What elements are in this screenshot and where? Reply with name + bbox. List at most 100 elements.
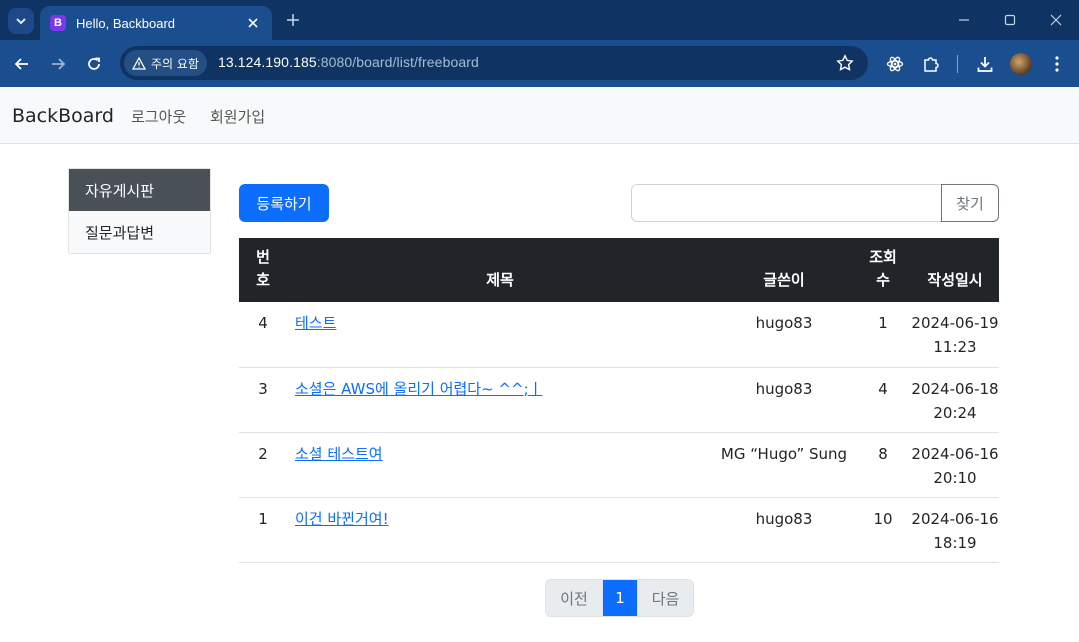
reload-button[interactable]: [80, 50, 108, 78]
row-num: 2: [239, 432, 287, 498]
header-date: 작성일시: [927, 271, 983, 289]
browser-toolbar: 주의 요함 13.124.190.185:8080/board/list/fre…: [0, 40, 1079, 87]
post-link[interactable]: 이건 바뀐거여!: [295, 510, 389, 528]
browser-menu-button[interactable]: [1045, 52, 1069, 76]
post-table: 번호 제목 글쓴이 조회 수 작성일시 4 테스트 hugo83 1 2024-0…: [239, 238, 999, 563]
row-views: 10: [855, 497, 911, 563]
site-favicon-icon: B: [50, 15, 66, 31]
security-warning-chip[interactable]: 주의 요함: [124, 50, 207, 76]
signup-link[interactable]: 회원가입: [210, 106, 265, 127]
warning-triangle-icon: [132, 56, 146, 70]
page-next-button[interactable]: 다음: [637, 580, 693, 616]
minimize-button[interactable]: [941, 8, 987, 32]
row-views: 4: [855, 367, 911, 433]
puzzle-icon: [924, 57, 939, 72]
row-subject: 이건 바뀐거여!: [287, 497, 713, 563]
row-subject: 소셜 테스트여: [287, 432, 713, 498]
close-icon: [248, 18, 258, 28]
row-views: 8: [855, 432, 911, 498]
address-bar[interactable]: 주의 요함 13.124.190.185:8080/board/list/fre…: [120, 46, 868, 80]
row-author: hugo83: [713, 497, 855, 563]
security-chip-label: 주의 요함: [151, 56, 199, 71]
row-date-time: 20:10: [933, 468, 977, 487]
star-icon: [836, 54, 854, 71]
bookmark-star-button[interactable]: [836, 54, 854, 76]
table-header-row: 번호 제목 글쓴이 조회 수 작성일시: [239, 238, 999, 302]
page-current-button[interactable]: 1: [603, 580, 637, 616]
table-row: 3 소셜은 AWS에 올리기 어렵다~ ^^;ㅣ hugo83 4 2024-0…: [239, 367, 999, 433]
row-subject: 소셜은 AWS에 올리기 어렵다~ ^^;ㅣ: [287, 367, 713, 433]
post-link[interactable]: 소셜은 AWS에 올리기 어렵다~ ^^;ㅣ: [295, 380, 542, 398]
chevron-down-icon: [16, 18, 26, 25]
row-date-time: 20:24: [933, 403, 977, 422]
url-text[interactable]: 13.124.190.185:8080/board/list/freeboard: [218, 54, 479, 70]
forward-button[interactable]: [44, 50, 72, 78]
close-window-button[interactable]: [1033, 8, 1079, 32]
downloads-button[interactable]: [973, 52, 997, 76]
row-date-day: 2024-06-18: [911, 379, 999, 398]
create-post-button[interactable]: 등록하기: [239, 184, 329, 222]
arrow-left-icon: [14, 58, 28, 70]
header-num: 번호: [239, 238, 287, 302]
board-sidebar: 자유게시판 질문과답변: [68, 168, 211, 254]
url-host: 13.124.190.185: [218, 54, 317, 70]
arrow-right-icon: [52, 58, 66, 70]
table-row: 1 이건 바뀐거여! hugo83 10 2024-06-16 18:19: [239, 497, 999, 563]
header-views-line1: 조회: [869, 248, 897, 266]
row-num: 4: [239, 302, 287, 368]
tab-title: Hello, Backboard: [76, 15, 175, 31]
row-date: 2024-06-16 18:19: [911, 497, 999, 563]
kebab-menu-icon: [1055, 56, 1059, 72]
row-author: hugo83: [713, 367, 855, 433]
sidebar-item-qna[interactable]: 질문과답변: [69, 211, 210, 253]
browser-tab-strip: B Hello, Backboard: [0, 0, 1079, 40]
search-button[interactable]: 찾기: [941, 184, 999, 222]
download-icon: [977, 57, 993, 72]
post-link[interactable]: 소셜 테스트여: [295, 445, 383, 463]
table-row: 4 테스트 hugo83 1 2024-06-19 11:23: [239, 302, 999, 368]
post-link[interactable]: 테스트: [295, 314, 336, 332]
page-prev-button[interactable]: 이전: [546, 580, 603, 616]
row-author: hugo83: [713, 302, 855, 368]
maximize-icon: [1004, 14, 1016, 26]
new-tab-button[interactable]: [282, 9, 304, 31]
header-subject: 제목: [486, 271, 514, 289]
row-num: 3: [239, 367, 287, 433]
row-date-day: 2024-06-16: [911, 444, 999, 463]
row-date-time: 11:23: [933, 338, 977, 356]
row-subject: 테스트: [287, 302, 713, 368]
header-views: 조회수: [855, 238, 911, 302]
sidebar-item-freeboard[interactable]: 자유게시판: [69, 169, 210, 211]
row-date: 2024-06-18 20:24: [911, 367, 999, 433]
header-num-line2: 호: [256, 271, 270, 289]
row-views: 1: [855, 302, 911, 368]
header-num-line1: 번: [256, 248, 270, 266]
logout-link[interactable]: 로그아웃: [131, 106, 186, 127]
row-date-day: 2024-06-16: [911, 509, 999, 528]
row-date: 2024-06-19 11:23: [911, 302, 999, 368]
toolbar-divider: [957, 55, 958, 73]
react-devtools-button[interactable]: [883, 52, 907, 76]
row-date-time: 18:19: [933, 533, 977, 552]
atom-icon: [886, 56, 904, 72]
site-navbar: BackBoard 로그아웃 회원가입: [0, 87, 1079, 144]
maximize-button[interactable]: [987, 8, 1033, 32]
header-views-line2: 수: [876, 271, 890, 289]
url-path: :8080/board/list/freeboard: [316, 54, 479, 70]
pagination: 이전 1 다음: [545, 579, 694, 617]
row-date: 2024-06-16 20:10: [911, 432, 999, 498]
back-button[interactable]: [8, 50, 36, 78]
tab-close-button[interactable]: [244, 14, 262, 32]
reload-icon: [88, 57, 100, 70]
tab-search-button[interactable]: [8, 8, 34, 34]
extensions-button[interactable]: [919, 52, 943, 76]
close-icon: [1050, 14, 1062, 26]
brand-link[interactable]: BackBoard: [12, 105, 114, 127]
plus-icon: [287, 14, 299, 26]
minimize-icon: [959, 19, 969, 21]
row-author: MG “Hugo” Sung: [713, 432, 855, 498]
search-input[interactable]: [631, 184, 942, 222]
browser-tab-active[interactable]: B Hello, Backboard: [40, 6, 272, 40]
row-date-day: 2024-06-19: [911, 314, 999, 332]
profile-avatar[interactable]: [1010, 53, 1032, 75]
